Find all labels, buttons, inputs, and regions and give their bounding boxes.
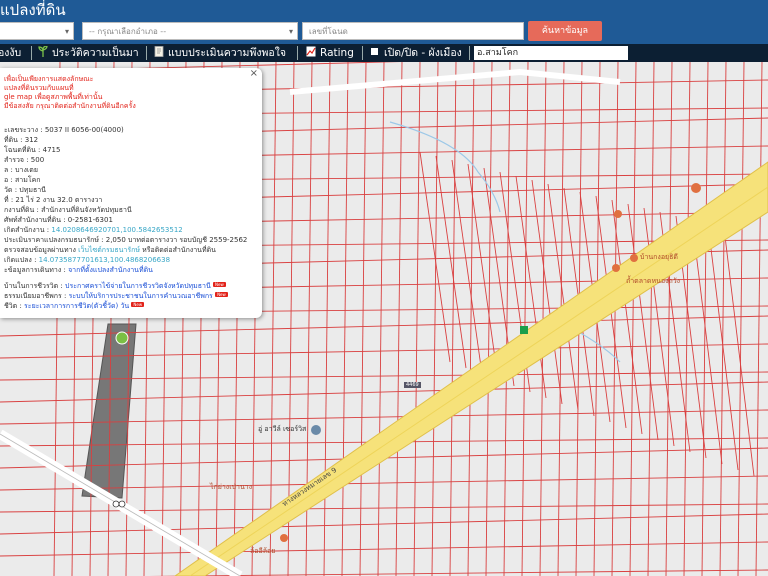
page-title: แปลงที่ดิน xyxy=(0,1,66,19)
map-pin-icon[interactable] xyxy=(115,331,129,345)
divider xyxy=(146,46,147,60)
poi-label: ล้ออีล้อย xyxy=(250,547,276,555)
menu-item-home[interactable]: องงับ xyxy=(0,44,21,62)
service-line: บ้านในการชีวรวิต : ประกาศคราไข้จ่ายในการ… xyxy=(4,282,226,290)
close-icon[interactable]: × xyxy=(250,69,258,79)
new-badge: New xyxy=(131,302,145,307)
poi-label: บ้านกงอยุธิดี xyxy=(640,253,678,261)
chevron-down-icon: ▾ xyxy=(64,27,69,36)
green-marker-icon[interactable] xyxy=(520,326,528,334)
divider xyxy=(469,46,470,60)
menu-item-survey[interactable]: แบบประเมินความพึงพอใจ xyxy=(154,44,286,62)
parcel-location-link[interactable]: 14.0735877701613,100.4868206638 xyxy=(39,256,170,264)
plant-icon xyxy=(38,45,48,57)
search-button[interactable]: ค้นหาข้อมูล xyxy=(528,21,602,41)
district-select[interactable]: -- กรุณาเลือกอำเภอ -- ▾ xyxy=(82,22,298,40)
poi-marker-icon[interactable] xyxy=(311,425,321,435)
poi-marker-icon[interactable] xyxy=(691,183,701,193)
service-link[interactable]: ประกาศคราไข้จ่ายในการชีวรวิตจังหวัดปทุมธ… xyxy=(65,282,211,290)
poi-marker-icon[interactable] xyxy=(612,264,620,272)
office-location-link[interactable]: 14.0208646920701,100.5842653512 xyxy=(51,226,182,234)
square-icon xyxy=(370,45,380,56)
service-line: ชีวิต : ระยะเวลาการการชีวิต(ตัวชี้วัด) ว… xyxy=(4,302,145,310)
vertex-handle[interactable] xyxy=(118,500,126,508)
parcel-info-popup: × เพื่อเป็นเพียงการแสดงลักษณะ แปลงที่ดิน… xyxy=(0,68,262,318)
field-appraisal: ประเมินราคาแปลงกรมธนารักษ์ : 2,050 บาทต่… xyxy=(4,236,248,244)
divider xyxy=(31,46,32,60)
field-parcel-location: เกิดแปลง : 14.0735877701613,100.48682066… xyxy=(4,256,171,264)
field-route: ะข้อมูลการเดินทาง : จากที่ตั้งแปลงสำนักง… xyxy=(4,266,153,274)
vertex-handle[interactable] xyxy=(112,500,120,508)
chart-icon xyxy=(306,45,316,57)
service-link[interactable]: ระยะเวลาการการชีวิต(ตัวชี้วัด) วัน xyxy=(24,302,129,310)
field-area: ที่ : 21 ไร่ 2 งาน 32.0 ตารางวา xyxy=(4,196,103,204)
new-badge: New xyxy=(215,292,228,297)
route-link[interactable]: จากที่ตั้งแปลงสำนักงานที่ดิน xyxy=(68,266,153,274)
toolbar: องงับ ประวัติความเป็นมา แบบประเมินความพึ… xyxy=(0,44,768,62)
poi-label: ถ้ำตลาดหนองถวัง xyxy=(626,277,681,285)
document-icon xyxy=(154,45,164,57)
field-appraisal-check: ตรวจสอบข้อมูลผ่านทาง เว็บไซต์กรมธนารักษ์… xyxy=(4,246,216,254)
service-line: ธรรมเนียมอาชีพกร : ระบบให้บริการประชาชนใ… xyxy=(4,292,228,300)
province-select[interactable]: ▾ xyxy=(0,22,74,40)
new-badge: New xyxy=(212,282,226,287)
field-sheet-number: ะเลขระวาง : 5037 II 6056-00(4000) xyxy=(4,126,124,134)
poi-marker-icon[interactable] xyxy=(630,254,638,262)
divider xyxy=(297,46,298,60)
field-office-location: เกิดสำนักงาน : 14.0208646920701,100.5842… xyxy=(4,226,183,234)
chevron-down-icon: ▾ xyxy=(288,27,293,36)
parcel-number-input[interactable]: เลขที่โฉนด xyxy=(302,22,524,40)
field-office-phone: ศัพท์สำนักงานที่ดิน : 0-2581-6301 xyxy=(4,216,113,224)
field-district: อ : สามโคก xyxy=(4,176,41,184)
field-land-number: ที่ดิน : 312 xyxy=(4,136,39,144)
poi-label: อู่ อาวีล์ เซอร์วิส xyxy=(258,425,307,433)
field-survey: สำรวจ : 500 xyxy=(4,156,45,164)
notice-line: มีข้อสงสัย กรุณาติดต่อสำนักงานที่ดินอีกค… xyxy=(4,102,136,110)
field-land-office: กงานที่ดิน : สำนักงานที่ดินจังหวัดปทุมธา… xyxy=(4,206,132,214)
service-link[interactable]: ระบบให้บริการประชาชนในการคำนวณอาชีพกร xyxy=(69,292,213,300)
field-province: วัด : ปทุมธานี xyxy=(4,186,46,194)
location-input[interactable]: อ.สามโคก xyxy=(474,46,628,60)
menu-item-rating[interactable]: Rating xyxy=(306,44,354,62)
field-subdistrict: ล : บางเตย xyxy=(4,166,38,174)
header-bar: แปลงที่ดิน ▾ -- กรุณาเลือกอำเภอ -- ▾ เลขท… xyxy=(0,0,768,44)
poi-marker-icon[interactable] xyxy=(280,534,288,542)
poi-label: ไก่ย่างเป่านาง xyxy=(210,483,253,491)
divider xyxy=(362,46,363,60)
poi-marker-icon[interactable] xyxy=(614,210,622,218)
menu-item-zoning-toggle[interactable]: เปิด/ปิด - ผังเมือง xyxy=(370,44,462,62)
field-title-deed: โฉนดที่ดิน : 4715 xyxy=(4,146,61,154)
treasury-website-link[interactable]: เว็บไซต์กรมธนารักษ์ xyxy=(78,246,140,254)
road-badge: 4469 xyxy=(404,382,421,388)
menu-item-history[interactable]: ประวัติความเป็นมา xyxy=(38,44,139,62)
